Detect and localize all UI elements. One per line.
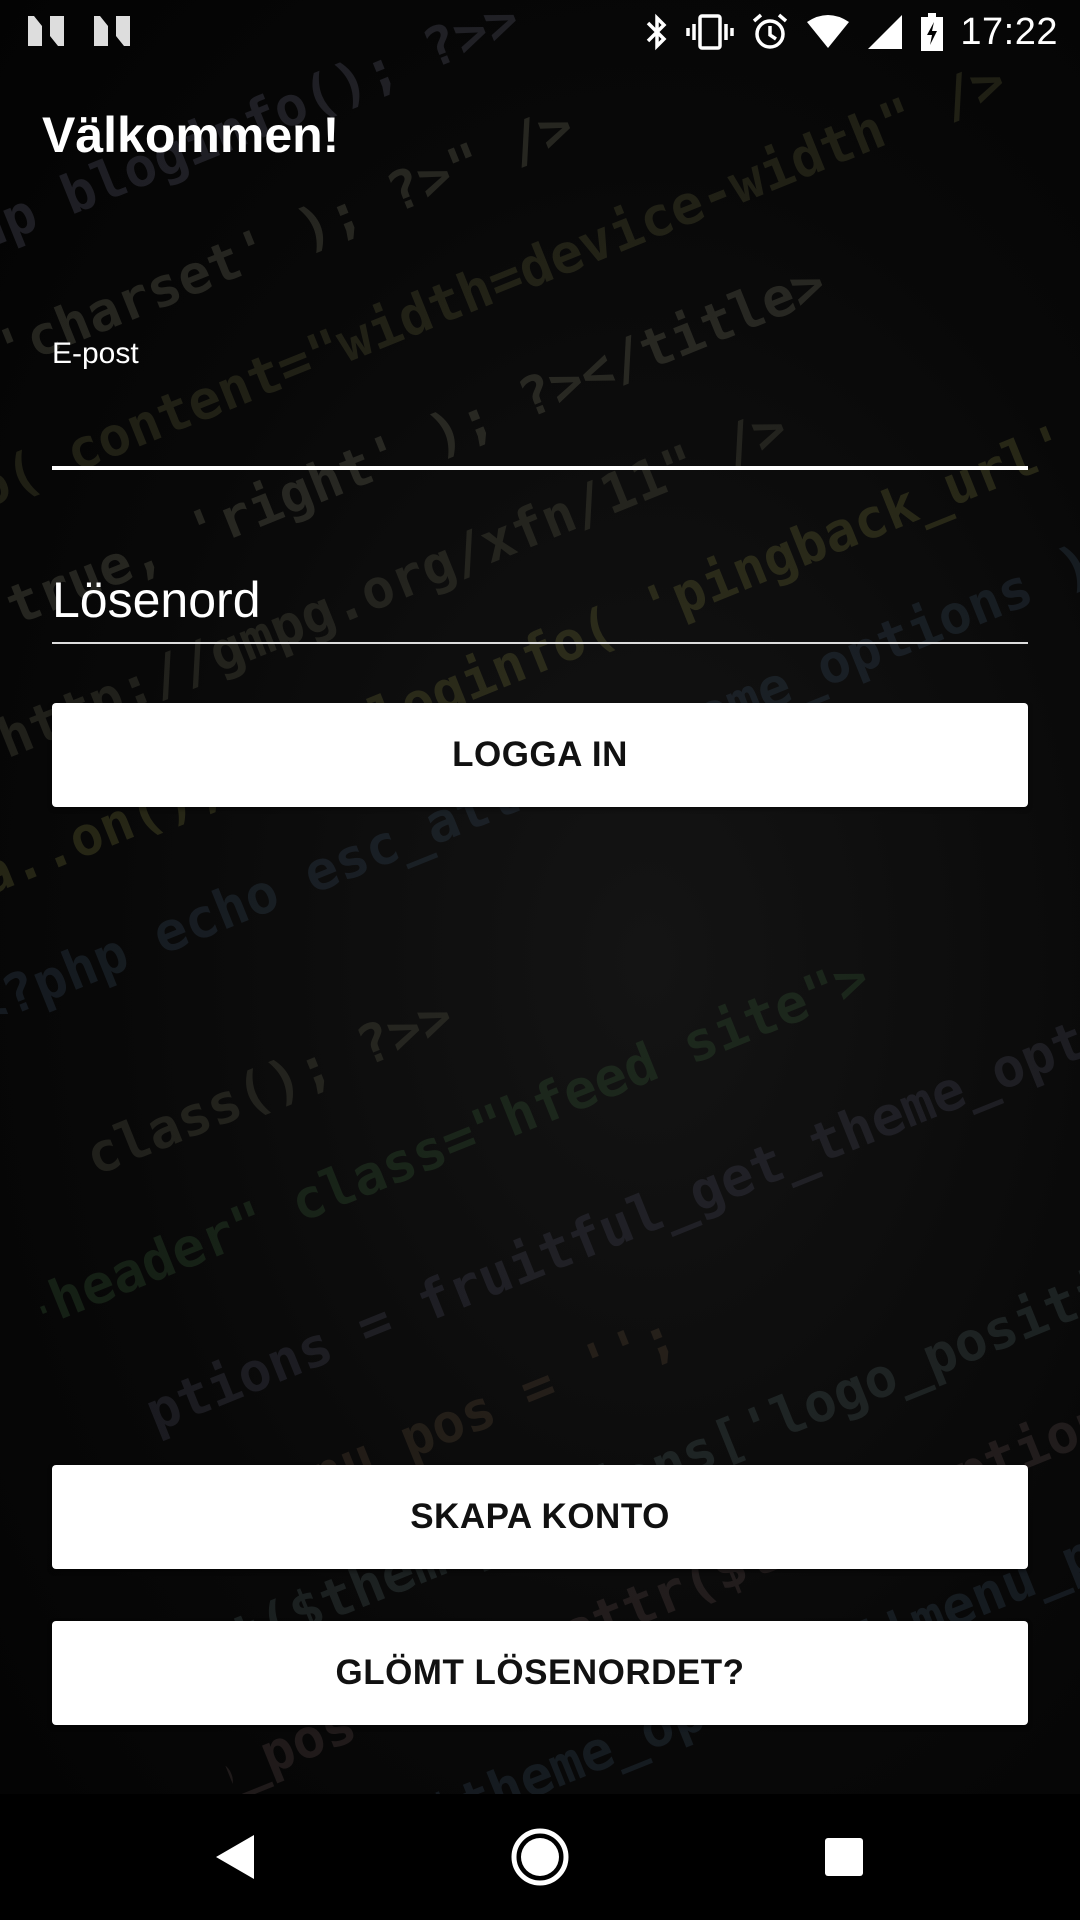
home-icon bbox=[510, 1827, 570, 1887]
password-field[interactable] bbox=[52, 562, 1028, 638]
email-field[interactable] bbox=[52, 380, 1028, 460]
back-icon bbox=[214, 1833, 258, 1881]
vibrate-icon bbox=[686, 12, 735, 52]
navigation-bar bbox=[0, 1794, 1080, 1920]
notification-n-icon bbox=[26, 14, 66, 48]
email-underline bbox=[52, 466, 1028, 470]
email-label: E-post bbox=[52, 337, 139, 370]
back-button[interactable] bbox=[156, 1794, 316, 1920]
wifi-icon bbox=[806, 14, 850, 50]
forgot-password-button[interactable]: GLÖMT LÖSENORDET? bbox=[52, 1621, 1028, 1725]
home-button[interactable] bbox=[460, 1794, 620, 1920]
login-screen: <!-- <?php bloginfo(); ?>> attribute( 'c… bbox=[0, 0, 1080, 1920]
cell-signal-icon bbox=[866, 13, 904, 51]
status-time: 17:22 bbox=[960, 10, 1058, 53]
alarm-icon bbox=[750, 12, 790, 52]
create-account-button[interactable]: SKAPA KONTO bbox=[52, 1465, 1028, 1569]
recent-apps-button[interactable] bbox=[764, 1794, 924, 1920]
battery-charging-icon bbox=[920, 12, 944, 52]
bluetooth-icon bbox=[644, 12, 670, 52]
status-bar: 17:22 bbox=[0, 0, 1080, 63]
notification-n-icon bbox=[92, 14, 132, 48]
recent-apps-icon bbox=[823, 1836, 865, 1878]
login-button[interactable]: LOGGA IN bbox=[52, 703, 1028, 807]
password-underline bbox=[52, 642, 1028, 644]
page-title: Välkommen! bbox=[42, 107, 340, 163]
